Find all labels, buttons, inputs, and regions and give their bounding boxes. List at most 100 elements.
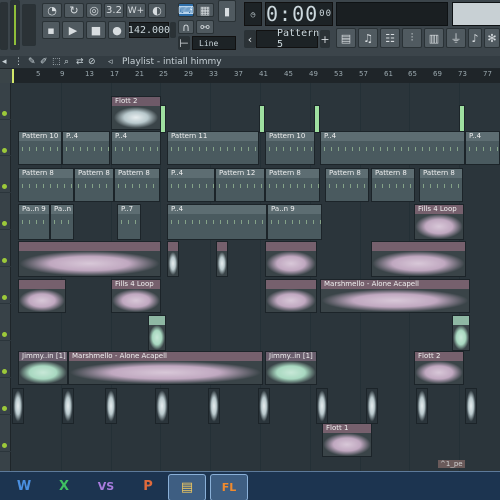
pattern-clip[interactable]: P..4 bbox=[111, 131, 161, 165]
audio-clip[interactable] bbox=[416, 388, 428, 424]
pattern-clip[interactable]: Pattern 12 bbox=[215, 168, 265, 202]
fl-studio-taskbar-icon[interactable]: FL bbox=[210, 474, 248, 500]
timeline-ruler[interactable]: 5 9 13 17 21 25 29 33 37 41 45 49 53 57 … bbox=[0, 69, 500, 84]
channel-rack-button[interactable]: ☷ bbox=[380, 28, 400, 48]
track-header[interactable] bbox=[0, 267, 11, 303]
audio-button[interactable]: ♪ bbox=[468, 28, 482, 48]
tempo-display[interactable]: 142.000 bbox=[128, 22, 170, 38]
track-header[interactable] bbox=[0, 83, 11, 119]
track-header[interactable] bbox=[0, 415, 11, 451]
record-button[interactable]: ● bbox=[108, 21, 126, 39]
pattern-clip[interactable]: P..4 bbox=[62, 131, 110, 165]
step-edit-button[interactable]: ▦ bbox=[196, 3, 214, 17]
track-led[interactable] bbox=[2, 295, 7, 300]
audio-clip[interactable] bbox=[265, 279, 317, 313]
audio-clip[interactable]: Marshmello - Alone Acapell bbox=[320, 279, 470, 313]
pattern-clip[interactable]: P..7 bbox=[117, 204, 141, 240]
pattern-clip[interactable]: Pattern 10 bbox=[265, 131, 315, 165]
audio-clip[interactable]: Flott 1 bbox=[322, 423, 372, 457]
pattern-clip[interactable]: Pattern 8 bbox=[18, 168, 74, 202]
audio-clip[interactable] bbox=[452, 315, 470, 351]
pattern-clip[interactable]: P..4 bbox=[167, 204, 267, 240]
track-header[interactable] bbox=[0, 452, 11, 471]
pitch-knob[interactable] bbox=[22, 4, 36, 46]
audio-clip[interactable] bbox=[18, 279, 66, 313]
pattern-clip[interactable]: Pattern 10 bbox=[18, 131, 62, 165]
mixer-button[interactable]: ⫶ bbox=[402, 28, 422, 48]
audio-clip[interactable]: Jimmy..in [1] bbox=[18, 351, 68, 385]
track-led[interactable] bbox=[2, 443, 7, 448]
track-led[interactable] bbox=[2, 221, 7, 226]
track-led[interactable] bbox=[2, 369, 7, 374]
play-button[interactable]: ▶ bbox=[62, 21, 84, 39]
powerpoint-taskbar-icon[interactable]: P bbox=[130, 474, 166, 499]
audio-clip[interactable] bbox=[216, 241, 228, 277]
marker-clip[interactable] bbox=[459, 105, 465, 133]
zoom-tool-icon[interactable]: ⌕ bbox=[64, 56, 69, 68]
track-led[interactable] bbox=[2, 184, 7, 189]
settings-button[interactable]: ✻ bbox=[484, 28, 500, 48]
track-header[interactable] bbox=[0, 378, 11, 414]
snap-magnet-button[interactable]: ∩ bbox=[178, 20, 194, 34]
metronome-button[interactable]: ◔ bbox=[42, 3, 62, 18]
mute-tool-icon[interactable]: ⊘ bbox=[88, 56, 96, 68]
pattern-clip[interactable]: Pattern 8 bbox=[419, 168, 463, 202]
pattern-clip[interactable]: Pattern 8 bbox=[74, 168, 114, 202]
typing-keyboard-button[interactable]: ⌨ bbox=[178, 3, 194, 17]
audio-clip[interactable] bbox=[155, 388, 169, 424]
track-header[interactable] bbox=[0, 230, 11, 266]
counter-b[interactable]: W+ bbox=[126, 3, 146, 18]
track-led[interactable] bbox=[2, 332, 7, 337]
playlist-tracks[interactable]: Flott 2 Pattern 10 P..4 P..4 Pattern 11 … bbox=[0, 83, 500, 471]
audio-clip[interactable] bbox=[265, 241, 317, 277]
blend-button[interactable]: ◐ bbox=[148, 3, 166, 18]
audio-clip[interactable] bbox=[105, 388, 117, 424]
pattern-clip[interactable]: Pattern 8 bbox=[114, 168, 160, 202]
paint-tool-icon[interactable]: ✐ bbox=[40, 56, 48, 68]
snap-select[interactable]: Line bbox=[192, 36, 236, 50]
track-header[interactable] bbox=[0, 193, 11, 229]
visual-studio-taskbar-icon[interactable]: VS bbox=[88, 474, 124, 499]
audio-clip[interactable]: Fills 4 Loop bbox=[414, 204, 464, 240]
track-header[interactable] bbox=[0, 156, 11, 192]
track-led[interactable] bbox=[2, 148, 7, 153]
pattern-clip[interactable]: Pattern 8 bbox=[265, 168, 320, 202]
audio-clip[interactable] bbox=[208, 388, 220, 424]
audio-clip[interactable] bbox=[465, 388, 477, 424]
audio-clip[interactable] bbox=[18, 241, 161, 277]
track-led[interactable] bbox=[2, 258, 7, 263]
slip-tool-icon[interactable]: ⇄ bbox=[76, 56, 84, 68]
time-format-toggle[interactable]: ◷ bbox=[244, 2, 262, 26]
playlist-button[interactable]: ▤ bbox=[336, 28, 356, 48]
pattern-clip[interactable]: Pa..n 9 bbox=[18, 204, 50, 240]
pattern-clip[interactable]: P..4 bbox=[320, 131, 465, 165]
pattern-selector[interactable]: Pattern 5 bbox=[256, 28, 319, 50]
marker-clip[interactable] bbox=[259, 105, 265, 133]
pattern-prev-button[interactable]: ‹ bbox=[244, 30, 256, 48]
playlist-menu-icon[interactable]: ◂ bbox=[2, 56, 7, 68]
audio-clip[interactable] bbox=[258, 388, 270, 424]
pattern-clip[interactable]: Pattern 8 bbox=[371, 168, 415, 202]
audio-clip[interactable]: Fills 4 Loop bbox=[111, 279, 161, 313]
track-header[interactable] bbox=[0, 341, 11, 377]
countdown-button[interactable]: ◎ bbox=[86, 3, 102, 18]
pattern-clip[interactable]: Pattern 11 bbox=[167, 131, 259, 165]
track-led[interactable] bbox=[2, 111, 7, 116]
corner-clip-label[interactable]: ^1_pe bbox=[438, 460, 465, 468]
tempo-arrow[interactable] bbox=[170, 22, 176, 38]
audio-clip[interactable]: Jimmy..in [1] bbox=[265, 351, 317, 385]
loop-record-button[interactable]: ↻ bbox=[64, 3, 84, 18]
audio-clip[interactable] bbox=[167, 241, 179, 277]
file-explorer-taskbar-icon[interactable]: ▤ bbox=[168, 474, 206, 500]
track-header[interactable] bbox=[0, 304, 11, 340]
track-led[interactable] bbox=[2, 406, 7, 411]
audio-clip[interactable] bbox=[12, 388, 24, 424]
counter-a[interactable]: 3.2 bbox=[104, 3, 124, 18]
marker-clip[interactable] bbox=[314, 105, 320, 133]
select-tool-icon[interactable]: ⬚ bbox=[52, 56, 61, 68]
left-edge-handle[interactable] bbox=[0, 2, 8, 50]
pattern-clip[interactable]: P..4 bbox=[465, 131, 500, 165]
pattern-song-toggle[interactable]: ▪ bbox=[42, 21, 60, 39]
marker-clip[interactable] bbox=[160, 105, 166, 133]
track-header[interactable] bbox=[0, 120, 11, 155]
